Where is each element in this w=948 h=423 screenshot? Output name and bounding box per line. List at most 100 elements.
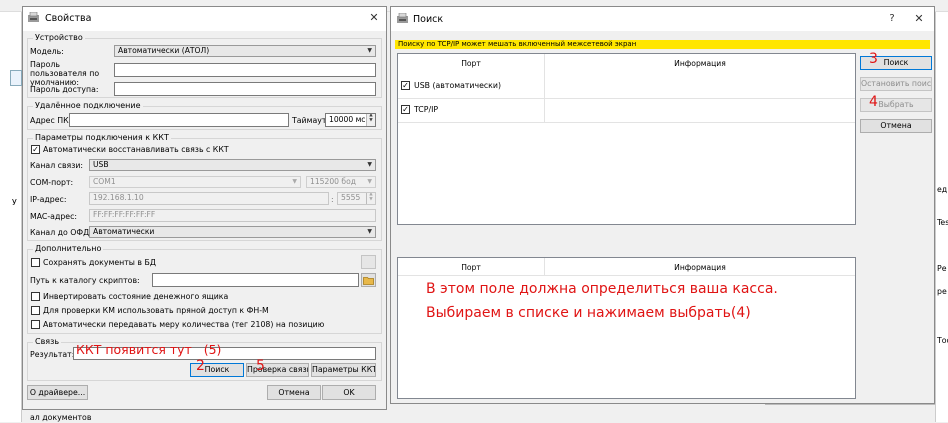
- ok-button[interactable]: OK: [322, 385, 376, 400]
- firewall-warning: Поиску по TCP/IP может мешать включенный…: [395, 40, 930, 49]
- auto-tag-label: Автоматически передавать меру количества…: [43, 320, 325, 329]
- spin-arrows-icon[interactable]: ▲ ▼: [366, 193, 375, 204]
- background-left-edge-text: У: [12, 198, 17, 207]
- channel-label: Канал связи:: [30, 161, 84, 170]
- annotation-2: 2: [196, 358, 205, 374]
- chevron-down-icon: ▼: [367, 161, 372, 168]
- auto-tag-checkbox[interactable]: [31, 320, 40, 329]
- timeout-label: Таймаут: [292, 116, 327, 125]
- access-password-input[interactable]: [114, 82, 376, 96]
- properties-title: Свойства: [45, 13, 92, 24]
- annotation-3: 3: [869, 51, 878, 67]
- timeout-stepper[interactable]: 10000 мс. ▲ ▼: [325, 113, 376, 127]
- about-driver-button[interactable]: О драйвере...: [27, 385, 88, 400]
- device-group-label: Устройство: [33, 33, 85, 43]
- search-titlebar: Поиск ? ✕: [391, 7, 934, 31]
- extra-group-label: Дополнительно: [33, 244, 104, 254]
- baud-select[interactable]: 115200 бод ▼: [306, 176, 376, 188]
- ip-label: IP-адрес:: [30, 195, 67, 204]
- tcpip-label: TCP/IP: [414, 105, 439, 114]
- annotation-5: 5: [256, 358, 265, 374]
- stop-search-button[interactable]: Остановить поиск: [860, 77, 932, 91]
- ofd-value: Автоматически: [93, 227, 155, 236]
- search-dialog: Поиск ? ✕ Поиску по TCP/IP может мешать …: [390, 6, 935, 404]
- search-title: Поиск: [413, 14, 444, 25]
- com-label: COM-порт:: [30, 178, 74, 187]
- km-direct-checkbox[interactable]: [31, 306, 40, 315]
- access-password-label: Пароль доступа:: [30, 85, 99, 94]
- save-docs-label: Сохранять документы в БД: [43, 258, 156, 267]
- timeout-value: 10000 мс.: [329, 115, 368, 124]
- kkt-params-button[interactable]: Параметры ККТ: [311, 363, 376, 377]
- port-value: 5555: [341, 193, 361, 202]
- ofd-select[interactable]: Автоматически ▼: [89, 226, 376, 238]
- address-label: Адрес ПК:: [30, 116, 72, 125]
- save-docs-settings-button[interactable]: [361, 255, 376, 269]
- col-info-header[interactable]: Информация: [545, 59, 855, 69]
- km-direct-label: Для проверки КМ использовать пряной дост…: [43, 306, 269, 315]
- cancel-button[interactable]: Отмена: [267, 385, 321, 400]
- chevron-down-icon: ▼: [367, 178, 372, 185]
- invert-drawer-checkbox[interactable]: [31, 292, 40, 301]
- spin-arrows-icon[interactable]: ▲ ▼: [366, 114, 375, 126]
- col-info-header[interactable]: Информация: [545, 263, 855, 273]
- auto-restore-checkbox[interactable]: ✓: [31, 145, 40, 154]
- model-label: Модель:: [30, 47, 64, 56]
- scripts-path-input[interactable]: [152, 273, 359, 287]
- channel-select[interactable]: USB ▼: [89, 159, 376, 171]
- app-icon: [396, 12, 409, 24]
- found-devices-list[interactable]: Порт Информация: [397, 257, 856, 399]
- close-icon[interactable]: ✕: [363, 8, 385, 28]
- properties-dialog: Свойства ✕ Устройство Модель: Автоматиче…: [22, 6, 387, 410]
- background-right-text-4: ре: [937, 287, 947, 296]
- auto-restore-label: Автоматически восстанавливать связь с КК…: [43, 145, 229, 154]
- list-item[interactable]: ✓ TCP/IP: [398, 102, 544, 118]
- result-annotation: ККТ появится тут (5): [76, 342, 222, 357]
- scripts-label: Путь к каталогу скриптов:: [30, 276, 140, 285]
- link-group-label: Связь: [33, 337, 62, 347]
- user-password-label: Пароль пользователя по умолчанию:: [30, 60, 100, 87]
- col-port-header[interactable]: Порт: [398, 59, 544, 69]
- save-docs-checkbox[interactable]: [31, 258, 40, 267]
- chevron-down-icon: ▼: [367, 47, 372, 54]
- port-stepper[interactable]: 5555 ▲ ▼: [337, 192, 376, 205]
- port-list[interactable]: Порт Информация ✓ USB (автоматически) ✓ …: [397, 53, 856, 225]
- invert-drawer-label: Инвертировать состояние денежного ящика: [43, 292, 229, 301]
- user-password-input[interactable]: [114, 63, 376, 77]
- address-input[interactable]: [69, 113, 289, 127]
- mac-input[interactable]: FF:FF:FF:FF:FF:FF: [89, 209, 376, 222]
- ip-value: 192.168.1.10: [93, 193, 144, 202]
- com-value: COM1: [93, 177, 116, 186]
- list-item[interactable]: ✓ USB (автоматически): [398, 78, 544, 94]
- com-select[interactable]: COM1 ▼: [89, 176, 301, 188]
- cancel-button[interactable]: Отмена: [860, 119, 932, 133]
- background-right-text-1: ед: [937, 185, 948, 194]
- mac-value: FF:FF:FF:FF:FF:FF: [93, 210, 156, 219]
- remote-group-label: Удалённое подключение: [33, 101, 143, 111]
- close-icon[interactable]: ✕: [909, 9, 929, 29]
- background-right-text-2: Tes: [937, 218, 948, 227]
- instruction-line-1: В этом поле должна определиться ваша кас…: [426, 281, 778, 297]
- firewall-warning-text: Поиску по TCP/IP может мешать включенный…: [398, 40, 637, 48]
- result-label: Результат:: [30, 350, 75, 359]
- ip-input[interactable]: 192.168.1.10: [89, 192, 329, 205]
- folder-icon: [363, 277, 374, 285]
- port-separator: :: [331, 195, 334, 204]
- tcpip-checkbox[interactable]: ✓: [401, 105, 410, 114]
- chevron-down-icon: ▼: [367, 228, 372, 235]
- browse-folder-button[interactable]: [361, 273, 376, 287]
- properties-titlebar: Свойства ✕: [23, 7, 386, 31]
- help-icon[interactable]: ?: [883, 9, 901, 29]
- background-right-text-5: Тос: [937, 336, 948, 345]
- background-right-text-3: Ре: [937, 264, 947, 273]
- usb-checkbox[interactable]: ✓: [401, 81, 410, 90]
- model-select[interactable]: Автоматически (АТОЛ) ▼: [114, 45, 376, 57]
- baud-value: 115200 бод: [310, 177, 356, 186]
- annotation-4: 4: [869, 94, 878, 110]
- chevron-down-icon: ▼: [292, 178, 297, 185]
- col-port-header[interactable]: Порт: [398, 263, 544, 273]
- kkt-group-label: Параметры подключения к ККТ: [33, 133, 171, 143]
- background-right-panel: [935, 12, 948, 422]
- background-bottom-buttons: [765, 404, 935, 412]
- channel-value: USB: [93, 160, 109, 169]
